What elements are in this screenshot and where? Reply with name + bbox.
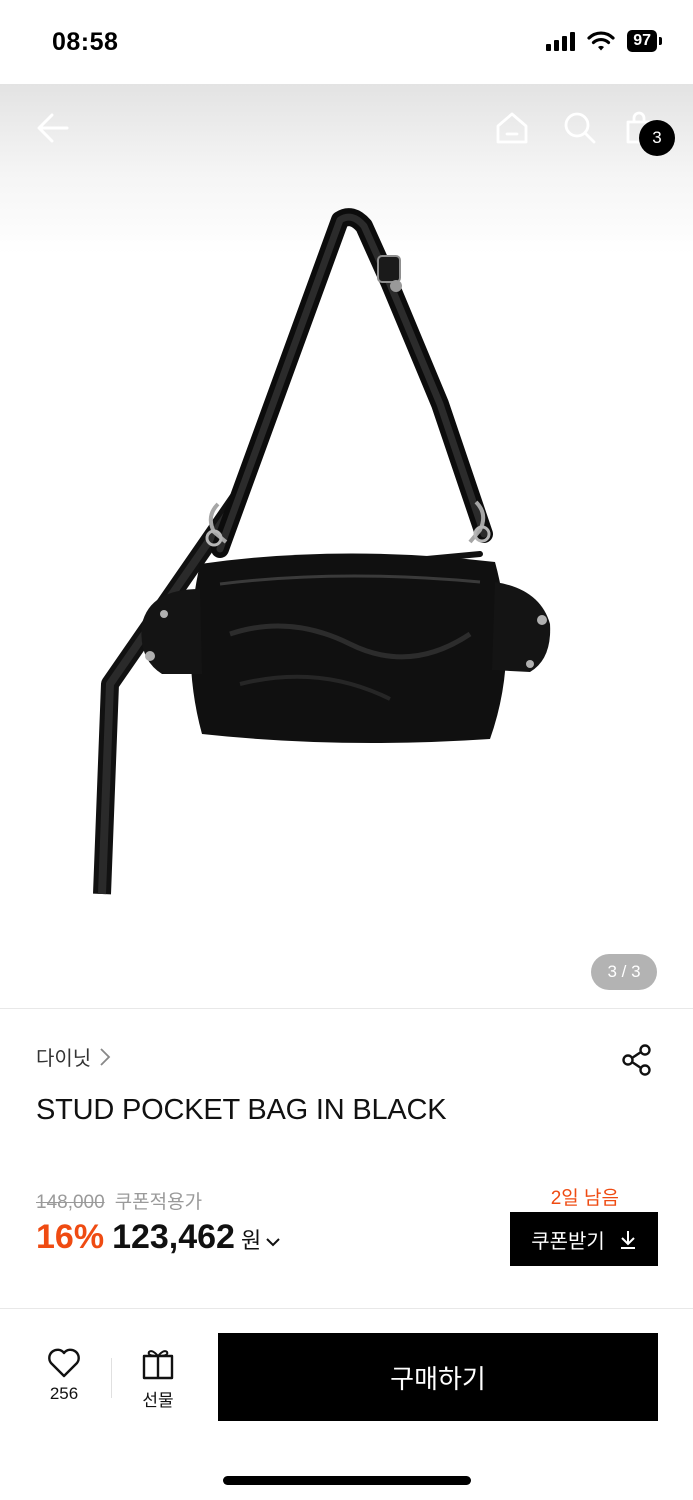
get-coupon-label: 쿠폰받기: [531, 1230, 605, 1253]
like-button[interactable]: 256: [34, 1348, 94, 1404]
status-icons: 97: [546, 30, 662, 52]
price-detail-toggle[interactable]: [265, 1236, 281, 1248]
gift-icon: [142, 1350, 174, 1380]
buy-button[interactable]: 구매하기: [218, 1333, 658, 1421]
gallery-page-indicator: 3 / 3: [591, 954, 657, 990]
sale-price-row[interactable]: 16% 123,462 원: [36, 1218, 281, 1257]
wifi-icon: [587, 31, 615, 51]
coupon-days-left: 2일 남음: [550, 1188, 619, 1209]
cart-count-badge: 3: [639, 120, 675, 156]
brand-name: 다이닛: [36, 1048, 92, 1070]
sale-price: 123,462: [112, 1218, 235, 1256]
signal-icon: [546, 31, 576, 51]
product-name: STUD POCKET BAG IN BLACK: [36, 1094, 447, 1126]
back-button[interactable]: [31, 106, 75, 150]
get-coupon-button[interactable]: 쿠폰받기: [510, 1212, 658, 1266]
like-count: 256: [49, 1384, 79, 1403]
divider: [0, 1008, 693, 1009]
original-price-row: 148,000 쿠폰적용가: [36, 1187, 202, 1214]
currency-unit: 원: [240, 1228, 262, 1253]
battery-icon: 97: [627, 30, 662, 52]
product-gallery[interactable]: 3 3 / 3: [0, 84, 693, 1008]
heart-icon: [48, 1348, 80, 1378]
top-navigation: 3: [0, 84, 693, 174]
home-icon: [496, 112, 528, 144]
divider: [111, 1358, 112, 1398]
share-icon: [622, 1044, 651, 1076]
status-bar: 08:58 97: [0, 0, 693, 84]
download-icon: [620, 1231, 635, 1249]
status-time: 08:58: [52, 28, 119, 56]
search-icon: [564, 112, 596, 144]
original-price: 148,000: [36, 1192, 105, 1213]
chevron-down-icon: [266, 1238, 280, 1247]
arrow-left-icon: [37, 113, 69, 143]
coupon-price-label: 쿠폰적용가: [114, 1192, 203, 1213]
home-button[interactable]: [490, 106, 534, 150]
share-button[interactable]: [617, 1040, 657, 1080]
home-indicator: [223, 1476, 471, 1485]
gift-button[interactable]: 선물: [128, 1348, 188, 1411]
product-image[interactable]: [90, 204, 570, 904]
chevron-right-icon: [100, 1047, 111, 1066]
gift-label: 선물: [142, 1391, 174, 1410]
search-button[interactable]: [558, 106, 602, 150]
divider: [0, 1308, 693, 1309]
brand-link[interactable]: 다이닛: [36, 1042, 111, 1071]
discount-rate: 16%: [36, 1218, 105, 1256]
